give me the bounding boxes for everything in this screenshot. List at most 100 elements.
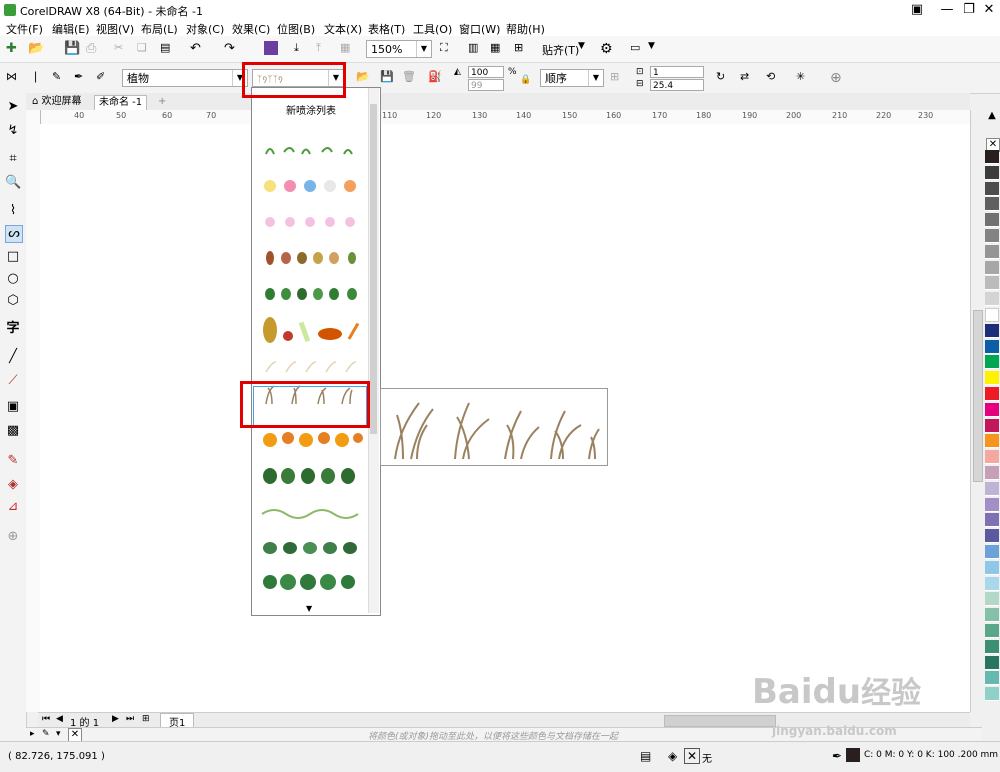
spray-order-icon[interactable]: ⛽ (428, 70, 442, 84)
add-tool-icon[interactable]: ⊕ (5, 529, 21, 545)
freehand-tool-icon[interactable]: ⌇ (5, 203, 21, 219)
quick-customize-icon[interactable]: ⊕ (830, 70, 844, 86)
page-prev-icon[interactable]: ◀ (56, 714, 63, 724)
menu-text[interactable]: 文本(X) (324, 21, 362, 37)
vertical-ruler[interactable] (26, 110, 41, 712)
show-rulers-icon[interactable]: ▥ (468, 41, 482, 55)
close-button[interactable]: ✕ (976, 1, 1000, 19)
open-icon[interactable]: 📂 (356, 70, 370, 84)
menu-bitmaps[interactable]: 位图(B) (277, 21, 315, 37)
parallel-dimension-tool-icon[interactable]: ╱ (5, 349, 21, 365)
add-to-spraylist-icon[interactable]: ⊞ (610, 70, 624, 84)
order-select[interactable]: 顺序 ▼ (540, 69, 604, 87)
brush-icon[interactable]: ❘ (31, 70, 45, 84)
palette-swatch[interactable] (985, 529, 999, 544)
calligraphic-icon[interactable]: ✐ (96, 70, 110, 84)
publish-pdf-icon[interactable]: ▦ (340, 41, 354, 55)
full-screen-icon[interactable]: ⛶ (440, 41, 454, 55)
eyedropper-tool-icon[interactable]: ✎ (5, 453, 21, 469)
palette-menu-icon[interactable]: ▸ (30, 729, 35, 739)
palette-swatch[interactable] (985, 387, 999, 401)
export-icon[interactable]: ⤒ (316, 41, 330, 55)
import-icon[interactable]: ⤓ (294, 41, 308, 55)
interactive-fill-tool-icon[interactable]: ◈ (5, 477, 21, 493)
pick-tool-icon[interactable]: ➤ (5, 99, 21, 115)
shape-tool-icon[interactable]: ↯ (5, 123, 21, 139)
palette-swatch[interactable] (985, 592, 999, 607)
application-launcher-icon[interactable]: ▭ (630, 41, 644, 55)
menu-file[interactable]: 文件(F) (6, 21, 43, 37)
palette-swatch[interactable] (985, 481, 999, 496)
search-content-icon[interactable] (264, 41, 278, 55)
new-document-icon[interactable]: ✚ (6, 41, 20, 56)
palette-swatch[interactable] (985, 624, 999, 638)
open-icon[interactable]: 📂 (28, 41, 44, 56)
menu-effects[interactable]: 效果(C) (232, 21, 270, 37)
tab-welcome[interactable]: ⌂ 欢迎屏幕 (28, 95, 86, 109)
palette-swatch[interactable] (985, 418, 999, 433)
palette-swatch[interactable] (985, 576, 999, 591)
palette-swatch[interactable] (985, 671, 999, 686)
menu-window[interactable]: 窗口(W) (459, 21, 500, 37)
crop-tool-icon[interactable]: ⌗ (5, 151, 21, 167)
size-top-input[interactable]: 100 (468, 66, 504, 78)
scroll-down-icon[interactable]: ▼ (306, 604, 312, 613)
chevron-down-icon[interactable]: ▼ (648, 41, 662, 55)
no-fill-swatch[interactable]: ✕ (684, 748, 700, 764)
lock-icon[interactable]: 🔒 (520, 75, 534, 89)
profile-icon[interactable]: ▣ (904, 1, 930, 19)
eyedropper-icon[interactable]: ✎ (42, 729, 50, 739)
redo-icon[interactable]: ↷ (224, 41, 238, 56)
palette-swatch[interactable] (985, 308, 999, 322)
snap-to-dropdown[interactable]: 贴齐(T) (542, 42, 579, 58)
page-last-icon[interactable]: ⏭ (126, 714, 134, 724)
palette-swatch[interactable] (985, 292, 999, 307)
menu-object[interactable]: 对象(C) (186, 21, 224, 37)
palette-swatch[interactable] (985, 165, 999, 180)
transparency-tool-icon[interactable]: ▩ (5, 423, 21, 439)
palette-swatch[interactable] (985, 434, 999, 449)
show-guidelines-icon[interactable]: ⊞ (514, 41, 528, 55)
print-icon[interactable]: ⎙ (86, 41, 100, 56)
palette-swatch[interactable] (985, 608, 999, 623)
palette-swatch[interactable] (985, 339, 999, 354)
spacing-count-input[interactable]: 1 (650, 66, 704, 78)
palette-swatch[interactable] (985, 276, 999, 291)
page-first-icon[interactable]: ⏮ (42, 714, 50, 724)
palette-swatch[interactable] (985, 229, 999, 243)
rectangle-tool-icon[interactable]: □ (5, 249, 21, 265)
artistic-media-tool-icon[interactable]: ᔕ (5, 225, 23, 243)
options-gear-icon[interactable]: ⚙ (600, 41, 614, 57)
dropdown-scroll-thumb[interactable] (370, 104, 377, 434)
ellipse-tool-icon[interactable]: ○ (5, 271, 21, 287)
palette-swatch[interactable] (985, 639, 999, 654)
text-tool-icon[interactable]: 字 (5, 321, 21, 337)
show-grid-icon[interactable]: ▦ (490, 41, 504, 55)
palette-swatch[interactable] (985, 260, 999, 275)
chevron-down-icon[interactable]: ▼ (578, 41, 592, 55)
palette-swatch[interactable] (985, 402, 999, 417)
menu-help[interactable]: 帮助(H) (506, 21, 545, 37)
menu-layout[interactable]: 布局(L) (141, 21, 178, 37)
palette-swatch[interactable] (985, 197, 999, 212)
vertical-scrollbar[interactable] (970, 110, 983, 712)
palette-swatch[interactable] (985, 655, 999, 670)
cut-icon[interactable]: ✂ (114, 41, 128, 55)
size-bottom-input[interactable]: 99 (468, 79, 504, 91)
no-color-swatch[interactable]: ✕ (68, 728, 82, 742)
offset-icon[interactable]: ⇄ (740, 70, 754, 84)
scroll-thumb[interactable] (973, 310, 983, 482)
paste-icon[interactable]: ▤ (160, 41, 174, 55)
palette-swatch[interactable] (985, 687, 999, 702)
horizontal-scrollbar[interactable] (664, 715, 776, 727)
zoom-select[interactable]: 150% ▼ (366, 40, 432, 58)
delete-icon[interactable]: 🗑 (402, 70, 416, 84)
palette-swatch[interactable] (985, 181, 999, 196)
preset-icon[interactable]: ⋈ (6, 70, 20, 84)
sprayer-icon[interactable]: ✒ (74, 70, 88, 84)
palette-swatch[interactable] (985, 497, 999, 512)
undo-icon[interactable]: ↶ (190, 41, 204, 56)
paintbrush-icon[interactable]: ✎ (52, 70, 66, 84)
fill-icon[interactable]: ◈ (668, 749, 677, 763)
dropdown-scrollbar[interactable] (368, 88, 379, 613)
